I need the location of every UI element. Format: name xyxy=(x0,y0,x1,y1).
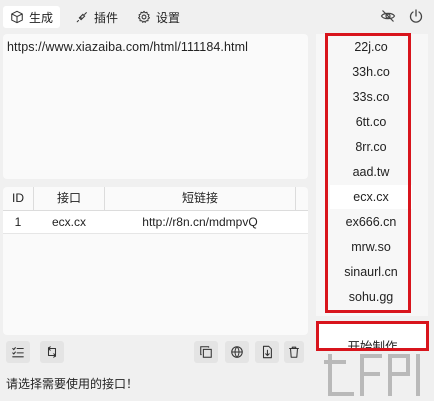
tab-plugins[interactable]: 插件 xyxy=(68,6,125,28)
cube-icon xyxy=(11,10,23,24)
table-header: ID 接口 短链接 xyxy=(3,187,308,211)
list-highlight-box xyxy=(325,33,411,313)
export-button[interactable] xyxy=(255,341,279,363)
copy-icon xyxy=(200,346,212,358)
globe-icon xyxy=(231,346,243,358)
delete-button[interactable] xyxy=(284,341,304,363)
eye-off-icon[interactable] xyxy=(380,8,396,24)
start-highlight-box xyxy=(316,321,429,351)
tab-generate-label: 生成 xyxy=(29,10,54,25)
table-row[interactable]: 1 ecx.cx http://r8n.cn/mdmpvQ xyxy=(3,211,308,234)
tab-plugins-label: 插件 xyxy=(94,10,119,25)
tab-generate[interactable]: 生成 xyxy=(3,6,61,28)
gear-icon xyxy=(138,10,150,23)
export-icon xyxy=(262,345,272,359)
copy-button[interactable] xyxy=(194,341,218,363)
trash-icon xyxy=(289,346,299,358)
tab-settings[interactable]: 设置 xyxy=(130,6,187,28)
browser-button[interactable] xyxy=(225,341,249,363)
row-short-link: http://r8n.cn/mdmpvQ xyxy=(142,215,258,229)
status-text: 请选择需要使用的接口！ xyxy=(6,377,139,391)
header-id: ID xyxy=(12,191,24,205)
watermark-logo xyxy=(324,354,420,396)
row-api: ecx.cx xyxy=(51,215,86,229)
swap-button[interactable] xyxy=(40,341,64,363)
results-table: ID 接口 短链接 1 ecx.cx http://r8n.cn/mdmpvQ xyxy=(3,187,308,335)
url-input-value: https://www.xiazaiba.com/html/111184.htm… xyxy=(7,40,249,54)
swap-icon xyxy=(47,346,57,358)
url-input[interactable]: https://www.xiazaiba.com/html/111184.htm… xyxy=(3,34,308,179)
plugin-icon xyxy=(76,12,87,23)
select-all-button[interactable] xyxy=(6,341,30,363)
header-short-link: 短链接 xyxy=(181,191,218,205)
header-api: 接口 xyxy=(56,191,81,205)
row-id: 1 xyxy=(14,215,22,229)
tab-settings-label: 设置 xyxy=(156,10,181,25)
list-check-icon xyxy=(12,347,24,358)
power-icon[interactable] xyxy=(408,8,424,24)
